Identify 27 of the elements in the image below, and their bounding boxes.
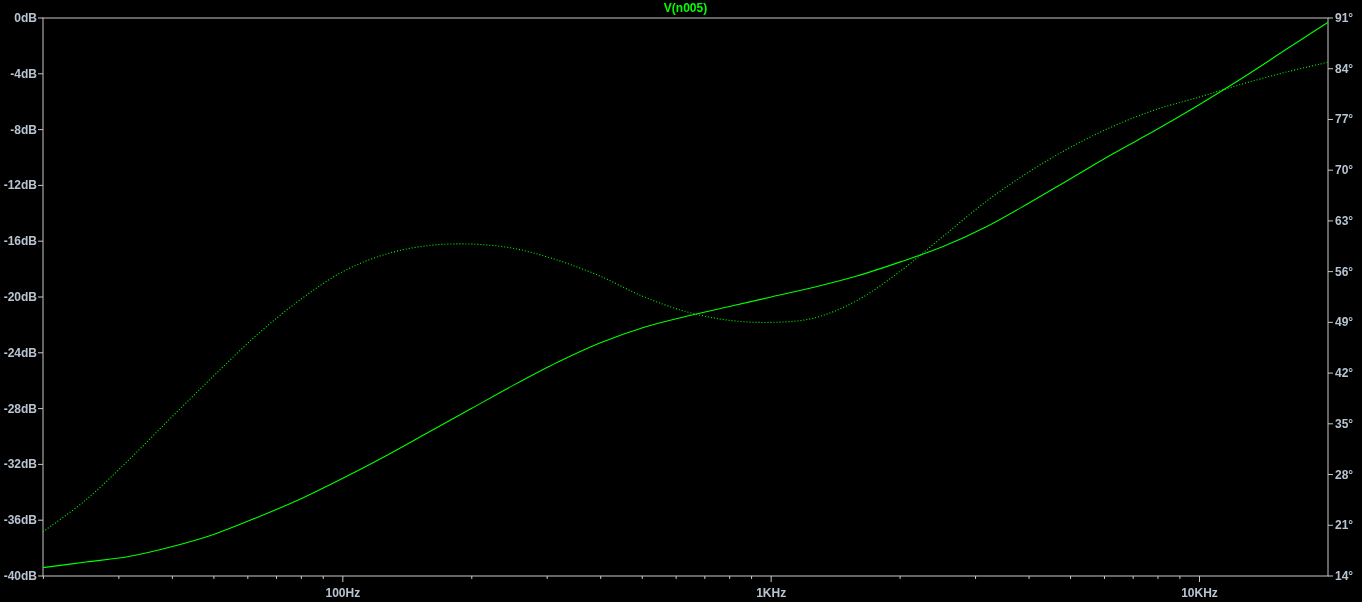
y-axis-label: -28dB bbox=[3, 401, 37, 416]
x-axis-label: 100Hz bbox=[325, 586, 361, 600]
trace-label[interactable]: V(n005) bbox=[663, 1, 708, 15]
y-axis-label: 84° bbox=[1335, 61, 1354, 76]
y-axis-label: 14° bbox=[1335, 569, 1354, 583]
y-axis-label: 35° bbox=[1335, 416, 1354, 431]
y-axis-label: 91° bbox=[1335, 11, 1354, 25]
y-axis-label: 70° bbox=[1335, 163, 1354, 178]
y-axis-label: -40dB bbox=[3, 569, 37, 583]
x-axis-label: 10KHz bbox=[1181, 586, 1218, 600]
y-axis-label: -20dB bbox=[3, 290, 37, 304]
x-axis-label: 1KHz bbox=[756, 586, 787, 600]
y-axis-label: 21° bbox=[1335, 518, 1354, 533]
y-axis-label: -36dB bbox=[3, 513, 37, 528]
y-axis-label: 28° bbox=[1335, 467, 1354, 482]
y-axis-label: 49° bbox=[1335, 315, 1354, 330]
y-axis-label: 63° bbox=[1335, 213, 1354, 228]
y-axis-label: -24dB bbox=[3, 345, 37, 360]
y-axis-label: 42° bbox=[1335, 366, 1354, 381]
y-axis-label: -32dB bbox=[3, 457, 37, 472]
y-axis-label: -4dB bbox=[10, 66, 37, 81]
y-axis-label: -8dB bbox=[10, 122, 37, 137]
y-axis-label: 77° bbox=[1335, 112, 1354, 127]
y-axis-label: 56° bbox=[1335, 264, 1354, 279]
y-axis-label: -16dB bbox=[3, 234, 37, 249]
y-axis-label: -12dB bbox=[3, 178, 37, 193]
y-axis-label: 0dB bbox=[14, 11, 37, 25]
